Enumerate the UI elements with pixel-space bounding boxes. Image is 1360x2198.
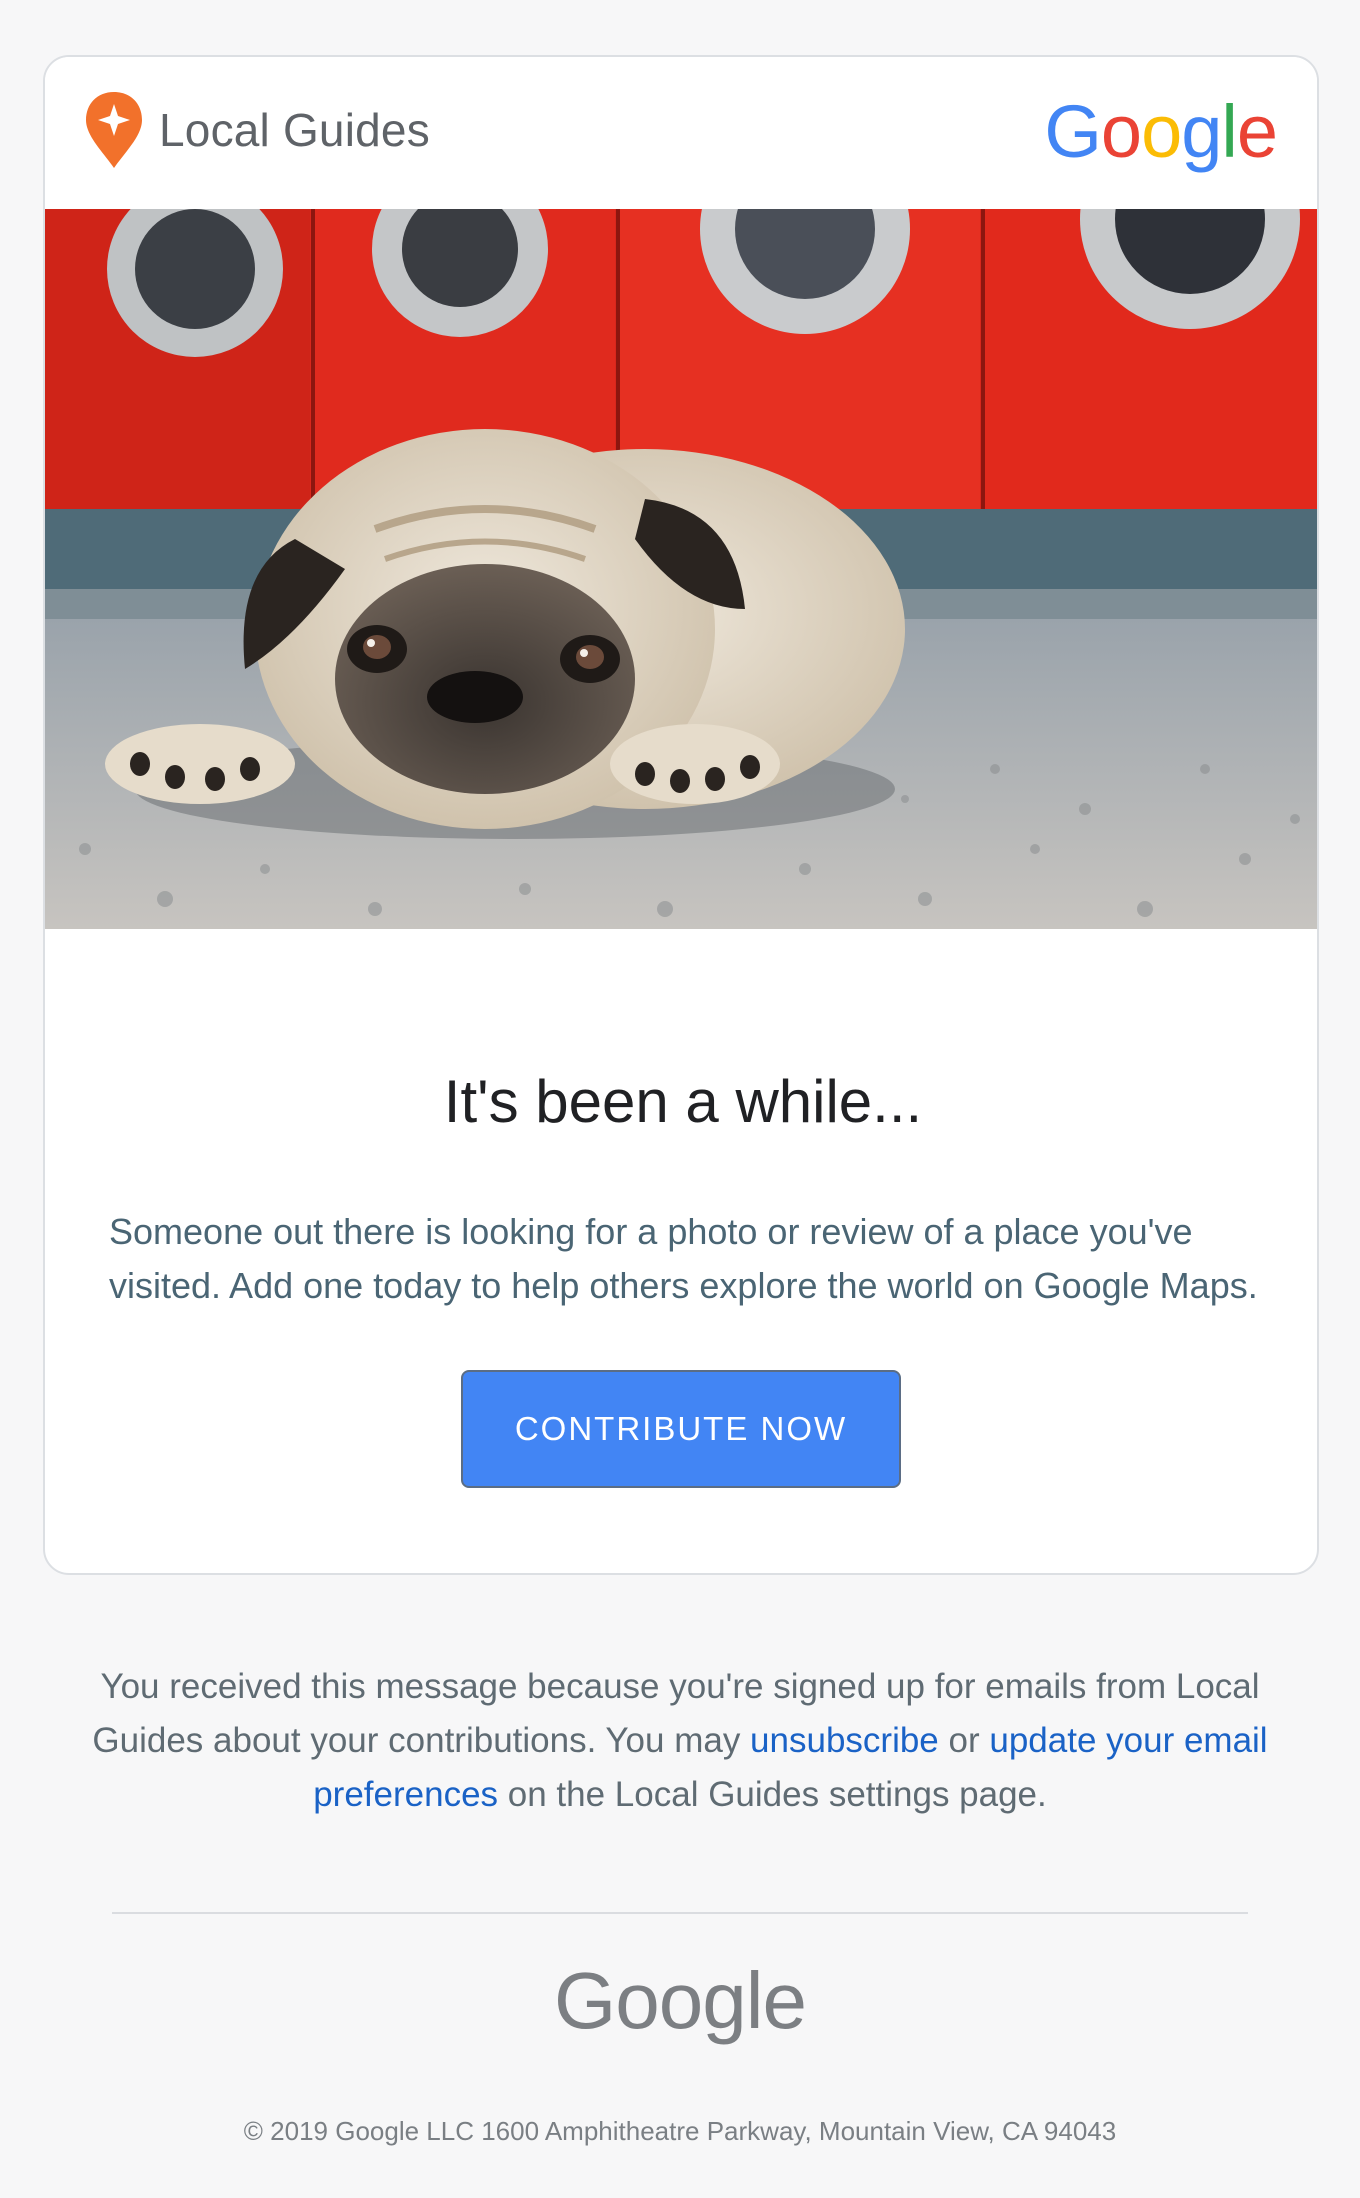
copyright-text: © 2019 Google LLC 1600 Amphitheatre Park… [243, 2116, 1117, 2146]
google-logo-letter: l [1221, 90, 1237, 173]
email-page: Local Guides Google It's been a while...… [0, 0, 1360, 2198]
unsubscribe-link[interactable]: unsubscribe [750, 1721, 939, 1760]
subscription-notice: You received this message because you're… [60, 1660, 1300, 1822]
card-header: Local Guides Google [45, 57, 1317, 209]
local-guides-logo: Local Guides [83, 90, 430, 170]
brand-name: Local Guides [159, 104, 430, 156]
pug-photo [45, 209, 1317, 929]
email-card: Local Guides Google It's been a while...… [43, 55, 1319, 1575]
google-logo-letter: o [1141, 90, 1182, 173]
google-logo-letter: o [1100, 90, 1142, 173]
footer-divider [112, 1912, 1248, 1914]
google-footer-logo: Google [554, 1956, 807, 2045]
google-logo-letter: g [1181, 90, 1222, 173]
headline: It's been a while... [443, 1068, 923, 1135]
notice-text-2: or [938, 1721, 990, 1760]
notice-text-3: on the Local Guides settings page. [498, 1775, 1047, 1814]
body-text: Someone out there is looking for a photo… [109, 1211, 1258, 1306]
google-logo: Google [1044, 95, 1278, 169]
google-logo-letter: G [1044, 90, 1102, 173]
google-logo-letter: e [1236, 90, 1278, 173]
local-guides-pin-icon [86, 92, 142, 168]
contribute-now-button[interactable]: CONTRIBUTE NOW [461, 1370, 901, 1488]
